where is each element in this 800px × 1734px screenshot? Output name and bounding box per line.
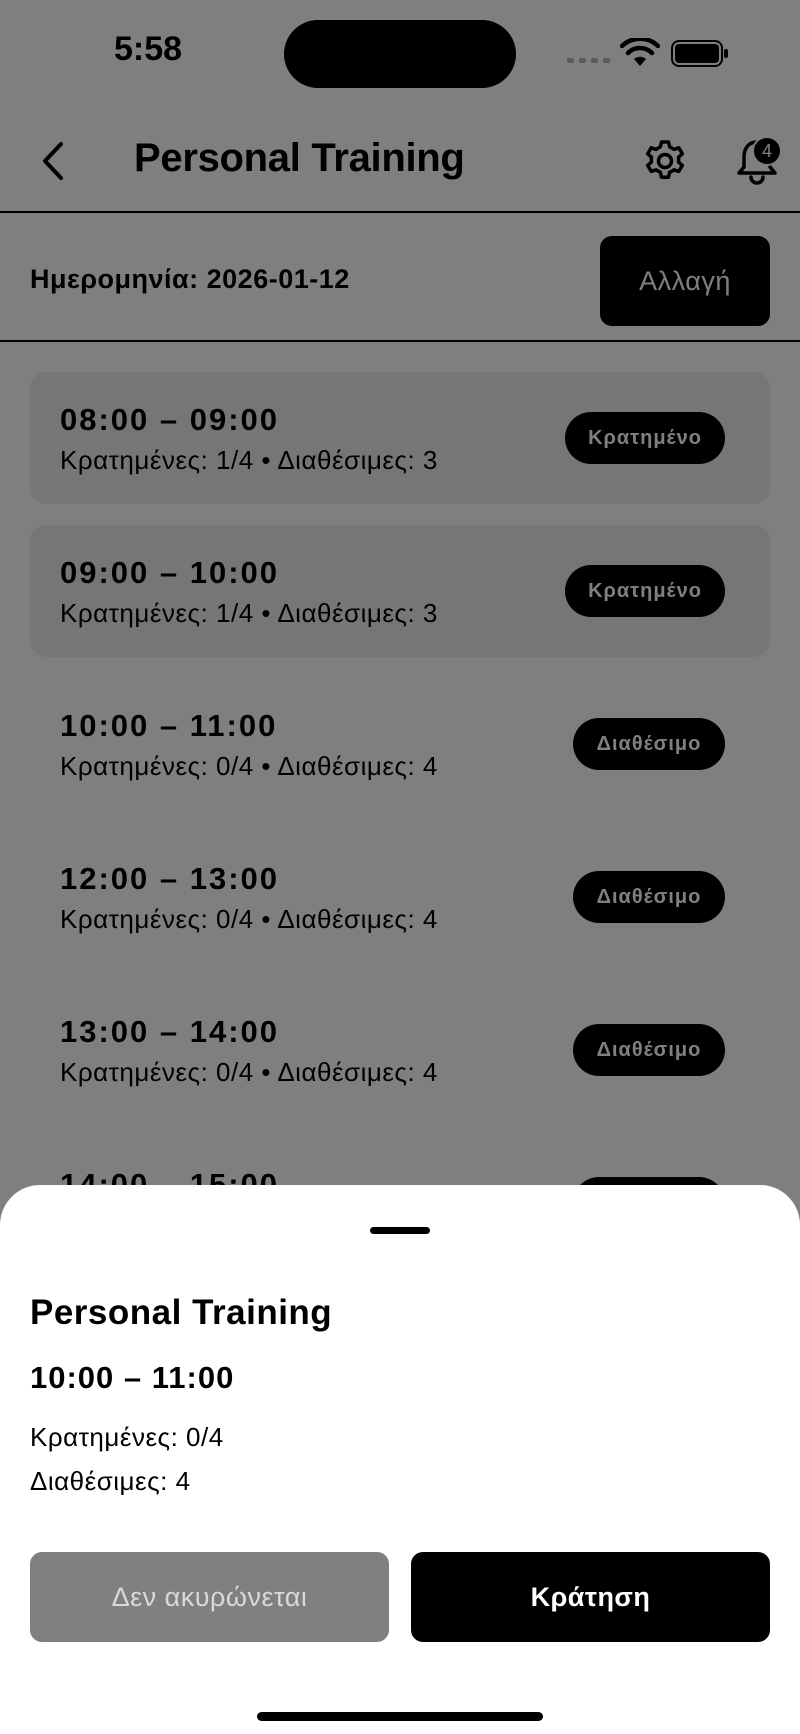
sheet-time: 10:00 – 11:00 bbox=[30, 1360, 235, 1395]
book-button[interactable]: Κράτηση bbox=[411, 1552, 770, 1642]
sheet-grabber[interactable] bbox=[370, 1227, 430, 1234]
booking-screen: 5:58 Personal Training 4 Ημερομηνία: 202… bbox=[0, 0, 800, 1734]
sheet-booked-count: Κρατημένες: 0/4 bbox=[30, 1422, 224, 1452]
booking-bottom-sheet: Personal Training 10:00 – 11:00 Κρατημέν… bbox=[0, 1185, 800, 1734]
non-cancellable-button[interactable]: Δεν ακυρώνεται bbox=[30, 1552, 389, 1642]
home-indicator[interactable] bbox=[257, 1712, 543, 1721]
sheet-available-count: Διαθέσιμες: 4 bbox=[30, 1466, 191, 1496]
sheet-title: Personal Training bbox=[30, 1293, 333, 1332]
